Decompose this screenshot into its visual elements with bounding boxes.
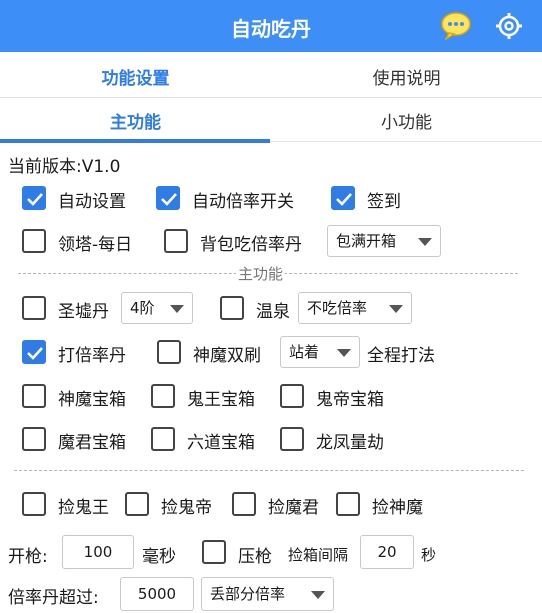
rate-pill-threshold-input[interactable]: 5000 xyxy=(120,577,194,611)
pick-ghost-king-checkbox[interactable] xyxy=(22,492,46,516)
dropdown-arrow-icon xyxy=(418,238,432,246)
pick-ghost-emperor-label: 捡鬼帝 xyxy=(161,498,212,518)
full-play-label: 全程打法 xyxy=(367,346,435,366)
section-title-main: 主功能 xyxy=(236,263,286,284)
shenmo-chest-checkbox[interactable] xyxy=(22,384,46,408)
demon-lord-chest-label: 魔君宝箱 xyxy=(58,433,126,453)
recoil-control-label: 压枪 xyxy=(238,547,272,567)
auto-rate-toggle-label: 自动倍率开关 xyxy=(192,192,294,212)
bag-full-select-value: 包满开箱 xyxy=(336,232,397,250)
seconds-unit-label: 秒 xyxy=(421,546,437,564)
tab-minor-function[interactable]: 小功能 xyxy=(271,108,542,133)
tab-main-function[interactable]: 主功能 xyxy=(0,108,271,133)
dropdown-arrow-icon xyxy=(170,305,184,313)
title-bar: 自动吃丹 xyxy=(0,0,542,52)
pick-demon-lord-label: 捡魔君 xyxy=(268,498,319,518)
dropdown-arrow-icon xyxy=(311,591,325,599)
dragon-phoenix-label: 龙凤量劫 xyxy=(316,433,384,453)
auto-settings-label: 自动设置 xyxy=(58,192,126,212)
sign-in-label: 签到 xyxy=(367,192,401,212)
shenmo-chest-label: 神魔宝箱 xyxy=(58,390,126,410)
shengxu-level-select[interactable]: 4阶 xyxy=(121,292,193,324)
ms-unit-label: 毫秒 xyxy=(142,547,176,567)
recoil-control-checkbox[interactable] xyxy=(202,540,226,564)
six-paths-chest-label: 六道宝箱 xyxy=(187,433,255,453)
check-icon xyxy=(336,193,352,206)
bag-full-select[interactable]: 包满开箱 xyxy=(327,225,441,257)
sub-tabs: 主功能 小功能 xyxy=(0,98,542,142)
stance-select-value: 站着 xyxy=(289,343,320,361)
six-paths-chest-checkbox[interactable] xyxy=(151,427,175,451)
discard-rate-select-value: 丢部分倍率 xyxy=(210,585,286,603)
pick-demon-lord-checkbox[interactable] xyxy=(232,492,256,516)
version-text: 当前版本:V1.0 xyxy=(8,157,121,177)
hot-spring-checkbox[interactable] xyxy=(220,296,244,320)
check-icon xyxy=(161,193,177,206)
demon-lord-chest-checkbox[interactable] xyxy=(22,427,46,451)
dropdown-arrow-icon xyxy=(389,305,403,313)
stance-select[interactable]: 站着 xyxy=(280,336,360,368)
dropdown-arrow-icon xyxy=(337,349,351,357)
sign-in-checkbox[interactable] xyxy=(331,186,355,210)
top-tabs: 功能设置 使用说明 xyxy=(0,52,542,98)
pick-ghost-king-label: 捡鬼王 xyxy=(58,498,109,518)
discard-rate-select[interactable]: 丢部分倍率 xyxy=(201,577,334,611)
shenmo-double-label: 神魔双刷 xyxy=(193,346,261,366)
fire-interval-input[interactable]: 100 xyxy=(62,535,134,569)
bag-rate-pill-checkbox[interactable] xyxy=(164,229,188,253)
tower-daily-checkbox[interactable] xyxy=(22,229,46,253)
active-tab-indicator xyxy=(0,139,270,143)
pick-shenmo-label: 捡神魔 xyxy=(372,498,423,518)
rate-pill-over-label: 倍率丹超过: xyxy=(8,588,99,608)
hit-rate-pill-checkbox[interactable] xyxy=(22,340,46,364)
check-icon xyxy=(27,193,43,206)
shengxu-pill-checkbox[interactable] xyxy=(22,296,46,320)
ghost-emperor-chest-label: 鬼帝宝箱 xyxy=(316,390,384,410)
section-divider-pickup xyxy=(14,470,524,471)
tab-function-settings[interactable]: 功能设置 xyxy=(0,64,271,89)
hot-spring-select-value: 不吃倍率 xyxy=(307,299,368,317)
ghost-king-chest-checkbox[interactable] xyxy=(151,384,175,408)
hot-spring-label: 温泉 xyxy=(256,302,290,322)
ghost-king-chest-label: 鬼王宝箱 xyxy=(187,390,255,410)
auto-settings-checkbox[interactable] xyxy=(22,186,46,210)
fire-label: 开枪: xyxy=(8,547,48,567)
hot-spring-select[interactable]: 不吃倍率 xyxy=(298,292,412,324)
pickup-interval-label: 捡箱间隔 xyxy=(288,546,349,564)
shengxu-level-value: 4阶 xyxy=(130,299,155,317)
tower-daily-label: 领塔-每日 xyxy=(58,235,133,255)
auto-rate-toggle-checkbox[interactable] xyxy=(156,186,180,210)
pick-shenmo-checkbox[interactable] xyxy=(336,492,360,516)
hit-rate-pill-label: 打倍率丹 xyxy=(58,346,126,366)
check-icon xyxy=(27,347,43,360)
shengxu-pill-label: 圣墟丹 xyxy=(58,302,109,322)
pickup-interval-input[interactable]: 20 xyxy=(360,535,414,569)
shenmo-double-checkbox[interactable] xyxy=(157,340,181,364)
pick-ghost-emperor-checkbox[interactable] xyxy=(125,492,149,516)
bag-rate-pill-label: 背包吃倍率丹 xyxy=(200,235,302,255)
gear-icon[interactable] xyxy=(494,11,524,41)
dragon-phoenix-checkbox[interactable] xyxy=(280,427,304,451)
tab-usage-instructions[interactable]: 使用说明 xyxy=(271,64,542,89)
chat-bubble-icon[interactable] xyxy=(440,12,472,40)
ghost-emperor-chest-checkbox[interactable] xyxy=(280,384,304,408)
